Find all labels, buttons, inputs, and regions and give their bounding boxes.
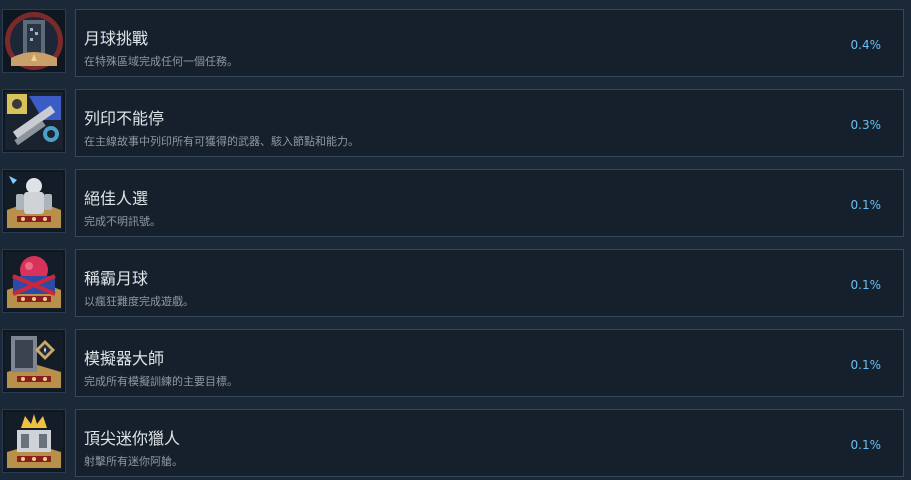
red-moon-badge-icon (2, 249, 66, 313)
achievement-title: 稱霸月球 (84, 269, 149, 288)
armored-soldier-badge-icon (2, 169, 66, 233)
achievement-title: 月球挑戰 (84, 29, 149, 48)
achievement-title: 絕佳人選 (84, 189, 149, 208)
moon-tower-badge-icon (2, 9, 66, 73)
achievement-card: 列印不能停 在主線故事中列印所有可獲得的武器、駭入節點和能力。 0.3% (75, 89, 904, 157)
achievement-row[interactable]: 列印不能停 在主線故事中列印所有可獲得的武器、駭入節點和能力。 0.3% (0, 89, 911, 159)
achievement-description: 以瘋狂難度完成遊戲。 (84, 295, 194, 308)
achievement-description: 射擊所有迷你阿艙。 (84, 455, 183, 468)
unlock-percent: 0.4% (850, 38, 882, 52)
achievement-row[interactable]: 頂尖迷你獵人 射擊所有迷你阿艙。 0.1% (0, 409, 911, 479)
crown-hunter-badge-icon (2, 409, 66, 473)
achievement-card: 模擬器大師 完成所有模擬訓練的主要目標。 0.1% (75, 329, 904, 397)
achievement-title: 列印不能停 (84, 109, 165, 128)
achievement-description: 完成不明訊號。 (84, 215, 161, 228)
simulator-badge-icon (2, 329, 66, 393)
unlock-percent: 0.1% (850, 198, 882, 212)
achievement-row[interactable]: 模擬器大師 完成所有模擬訓練的主要目標。 0.1% (0, 329, 911, 399)
unlock-percent: 0.1% (850, 358, 882, 372)
achievement-title: 頂尖迷你獵人 (84, 429, 181, 448)
achievement-row[interactable]: 稱霸月球 以瘋狂難度完成遊戲。 0.1% (0, 249, 911, 319)
achievement-title: 模擬器大師 (84, 349, 165, 368)
achievement-description: 完成所有模擬訓練的主要目標。 (84, 375, 238, 388)
achievement-card: 月球挑戰 在特殊區域完成任何一個任務。 0.4% (75, 9, 904, 77)
achievement-row[interactable]: 絕佳人選 完成不明訊號。 0.1% (0, 169, 911, 239)
printer-weapons-badge-icon (2, 89, 66, 153)
unlock-percent: 0.1% (850, 278, 882, 292)
achievement-list: 月球挑戰 在特殊區域完成任何一個任務。 0.4% 列印不能停 在主線故事中列印所… (0, 0, 911, 480)
unlock-percent: 0.3% (850, 118, 882, 132)
achievement-card: 絕佳人選 完成不明訊號。 0.1% (75, 169, 904, 237)
achievement-description: 在主線故事中列印所有可獲得的武器、駭入節點和能力。 (84, 135, 359, 148)
achievement-description: 在特殊區域完成任何一個任務。 (84, 55, 238, 68)
achievement-card: 稱霸月球 以瘋狂難度完成遊戲。 0.1% (75, 249, 904, 317)
achievement-row[interactable]: 月球挑戰 在特殊區域完成任何一個任務。 0.4% (0, 9, 911, 79)
achievement-card: 頂尖迷你獵人 射擊所有迷你阿艙。 0.1% (75, 409, 904, 477)
unlock-percent: 0.1% (850, 438, 882, 452)
